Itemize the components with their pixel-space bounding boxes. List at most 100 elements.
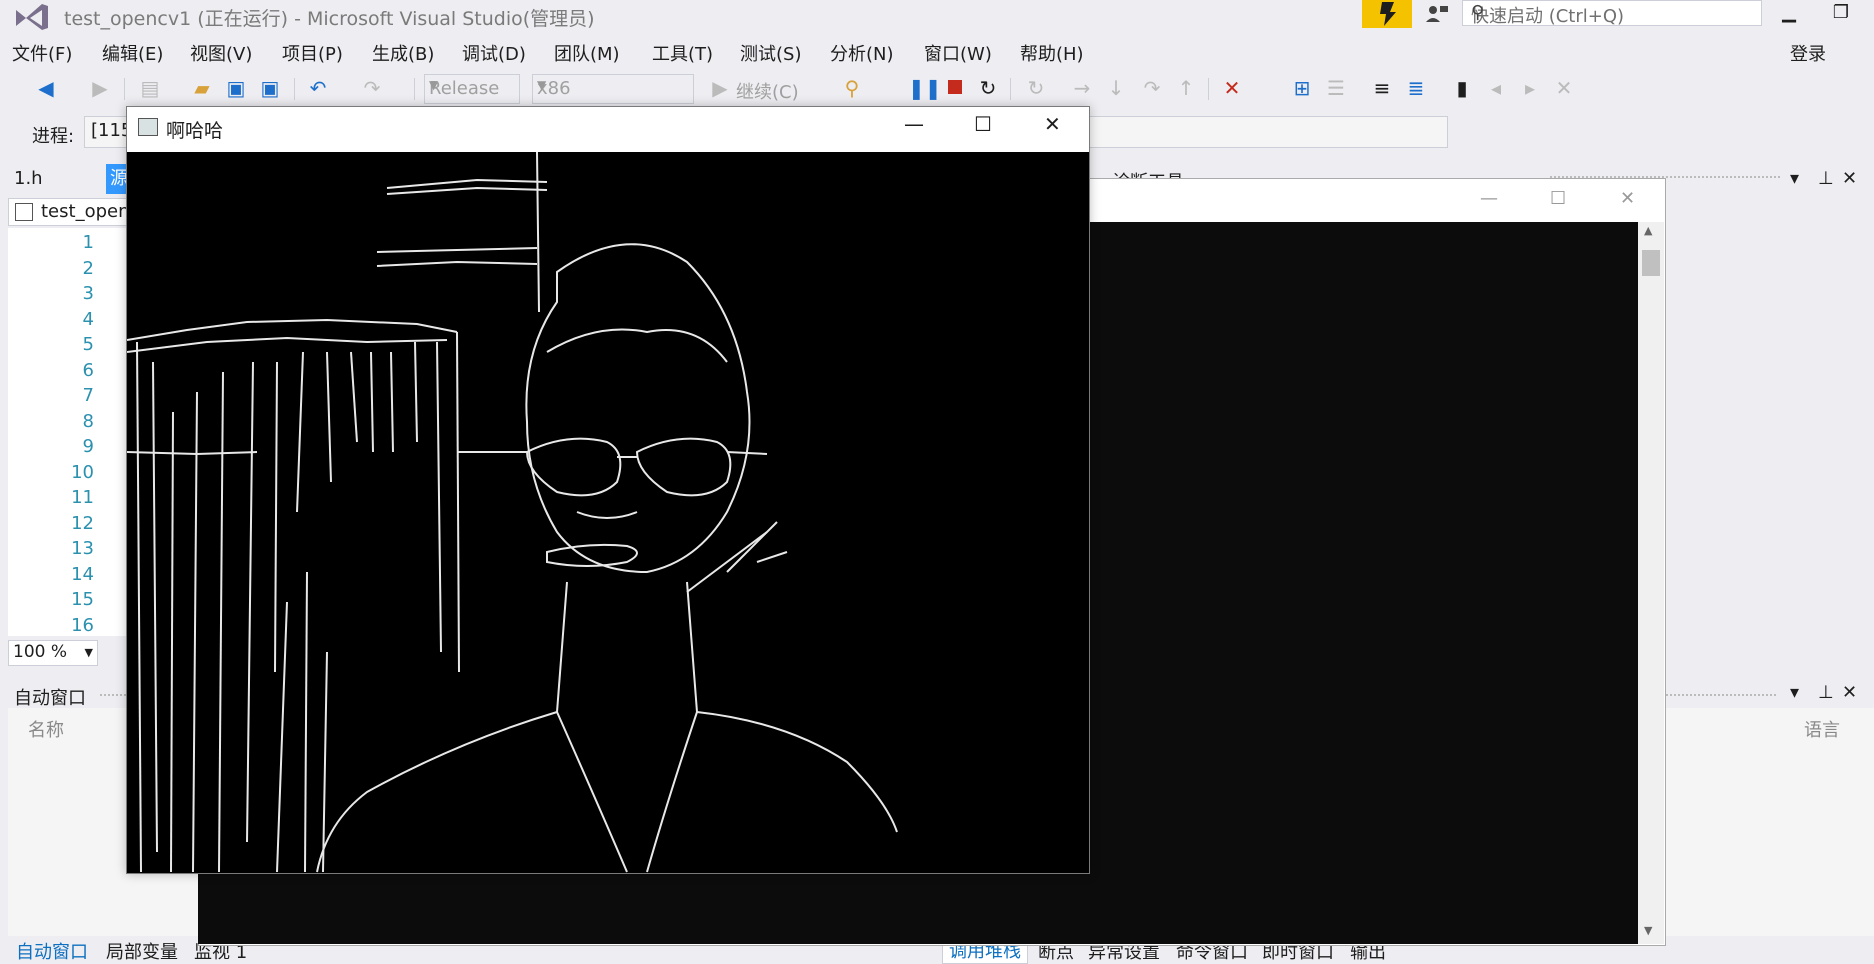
menu-debug[interactable]: 调试(D)	[462, 40, 526, 66]
process-label: 进程:	[32, 126, 75, 147]
edge-detected-image	[126, 151, 1089, 873]
line-number: 3	[82, 283, 94, 304]
pin-icon[interactable]: ⊥	[1818, 168, 1834, 189]
open-file-icon[interactable]: ▰	[190, 76, 214, 100]
minimize-button[interactable]: ▁	[1772, 0, 1806, 28]
scroll-down-icon[interactable]: ▼	[1644, 924, 1652, 937]
restart-icon[interactable]: ↻	[976, 76, 1000, 100]
comment-icon[interactable]: ≡	[1370, 76, 1394, 100]
columns-icon[interactable]: ☰	[1324, 76, 1348, 100]
configuration-select[interactable]: Release ▼	[424, 74, 520, 104]
project-navigation-bar[interactable]: test_openc	[8, 198, 140, 226]
line-number: 1	[82, 232, 94, 253]
dropdown-icon[interactable]: ▾	[1790, 682, 1799, 703]
continue-label[interactable]: 继续(C)	[736, 78, 799, 104]
find-in-files-icon[interactable]: ⊞	[1290, 76, 1314, 100]
chevron-down-icon: ▼	[537, 78, 547, 92]
toolbar-separator	[294, 78, 295, 100]
menu-edit[interactable]: 编辑(E)	[102, 40, 163, 66]
prev-bookmark-icon[interactable]: ◂	[1484, 76, 1508, 100]
toolbar-separator	[414, 78, 415, 100]
maximize-button[interactable]: ☐	[974, 112, 992, 136]
console-scrollbar[interactable]	[1638, 222, 1664, 944]
clear-bookmarks-icon[interactable]: ✕	[1552, 76, 1576, 100]
login-link[interactable]: 登录	[1790, 40, 1826, 66]
undo-icon[interactable]: ↶	[306, 76, 330, 100]
continue-icon[interactable]: ▶	[708, 76, 732, 100]
bookmark-icon[interactable]: ▮	[1450, 76, 1474, 100]
line-number: 9	[82, 436, 94, 457]
code-editor[interactable]: 1 2 3 4 5 6 7 8 9 10 11 12 13 14 15 16	[8, 228, 138, 636]
next-bookmark-icon[interactable]: ▸	[1518, 76, 1542, 100]
toolbar-separator	[1010, 78, 1011, 100]
project-name: test_openc	[41, 201, 140, 222]
back-icon[interactable]: ◀	[34, 76, 58, 100]
redo-icon[interactable]: ↷	[360, 76, 384, 100]
quick-launch-input[interactable]: 快速启动 (Ctrl+Q) ⚲	[1462, 0, 1762, 27]
step-out-icon[interactable]: ↑	[1174, 76, 1198, 100]
window-app-icon	[138, 118, 158, 136]
menu-help[interactable]: 帮助(H)	[1020, 40, 1084, 66]
step-over-icon[interactable]: ↷	[1140, 76, 1164, 100]
close-icon[interactable]: ✕	[1842, 682, 1857, 703]
zoom-select[interactable]: 100 % ▼	[8, 640, 98, 666]
toolbar-separator	[1208, 78, 1209, 100]
tab-locals[interactable]: 局部变量	[106, 938, 178, 964]
restore-button[interactable]: ❐	[1824, 0, 1858, 28]
close-button[interactable]: ✕	[1044, 112, 1061, 136]
tab-autos[interactable]: 自动窗口	[16, 938, 88, 964]
forward-icon[interactable]: ▶	[88, 76, 112, 100]
pin-icon[interactable]: ⊥	[1818, 682, 1834, 703]
search-icon: ⚲	[1471, 2, 1485, 23]
line-number: 13	[71, 538, 94, 559]
panel-grip	[1666, 694, 1776, 702]
tab-header-file[interactable]: 1.h	[14, 168, 43, 189]
stop-icon[interactable]	[944, 76, 968, 100]
line-number: 8	[82, 411, 94, 432]
attach-process-icon[interactable]: ⚲	[840, 76, 864, 100]
menu-window[interactable]: 窗口(W)	[924, 40, 992, 66]
menu-analyze[interactable]: 分析(N)	[830, 40, 894, 66]
maximize-button[interactable]: ☐	[1550, 188, 1566, 209]
chevron-down-icon: ▼	[84, 646, 93, 659]
minimize-button[interactable]: —	[904, 112, 924, 136]
uncomment-icon[interactable]: ≣	[1404, 76, 1428, 100]
refresh-icon[interactable]: ↻	[1024, 76, 1048, 100]
column-header-name[interactable]: 名称	[28, 716, 64, 742]
feedback-flag-icon[interactable]	[1362, 0, 1412, 28]
menu-file[interactable]: 文件(F)	[12, 40, 72, 66]
scrollbar-thumb[interactable]	[1642, 250, 1660, 276]
opencv-window-title: 啊哈哈	[166, 120, 224, 142]
line-number: 14	[71, 564, 94, 585]
visual-studio-logo-icon	[16, 4, 48, 30]
dropdown-icon[interactable]: ▾	[1790, 168, 1799, 189]
line-number: 6	[82, 360, 94, 381]
auto-window-title: 自动窗口	[14, 688, 86, 709]
line-number: 12	[71, 513, 94, 534]
zoom-value: 100 %	[13, 642, 68, 662]
scroll-up-icon[interactable]: ▲	[1644, 224, 1652, 237]
menu-team[interactable]: 团队(M)	[554, 40, 620, 66]
menu-build[interactable]: 生成(B)	[372, 40, 434, 66]
close-icon[interactable]: ✕	[1842, 168, 1857, 189]
line-number: 11	[71, 487, 94, 508]
save-all-icon[interactable]: ▣	[258, 76, 282, 100]
line-number: 2	[82, 258, 94, 279]
menu-project[interactable]: 项目(P)	[282, 40, 343, 66]
toolbar-separator	[124, 78, 125, 100]
account-settings-icon[interactable]	[1424, 2, 1450, 26]
close-button[interactable]: ✕	[1620, 188, 1635, 209]
project-icon	[15, 203, 33, 221]
platform-select[interactable]: x86 ▼	[532, 74, 694, 104]
column-header-language[interactable]: 语言	[1804, 716, 1840, 742]
menu-view[interactable]: 视图(V)	[190, 40, 252, 66]
show-next-statement-icon[interactable]: →	[1070, 76, 1094, 100]
new-project-icon[interactable]: ▤	[138, 76, 162, 100]
save-icon[interactable]: ▣	[224, 76, 248, 100]
menu-tools[interactable]: 工具(T)	[652, 40, 713, 66]
step-into-icon[interactable]: ↓	[1104, 76, 1128, 100]
menu-test[interactable]: 测试(S)	[740, 40, 801, 66]
minimize-button[interactable]: —	[1480, 188, 1498, 209]
breakpoint-toggle-icon[interactable]: ✕	[1220, 76, 1244, 100]
pause-icon[interactable]: ❚❚	[908, 76, 942, 100]
